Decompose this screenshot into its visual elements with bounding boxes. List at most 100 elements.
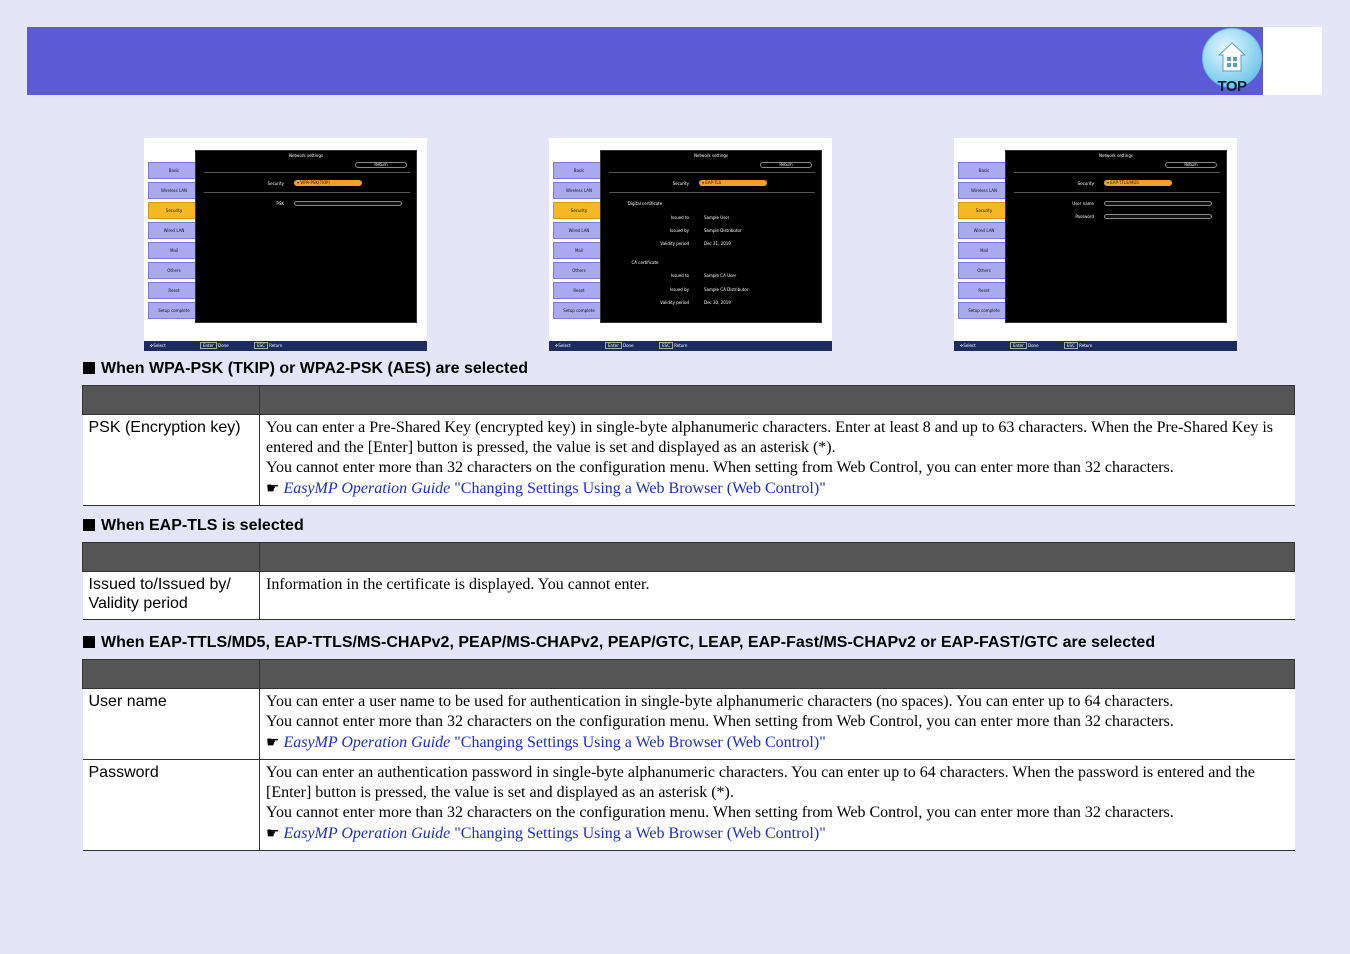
menu-tab-mail: Mail [958, 242, 1010, 259]
menu-tab-setup-complete: Setup complete [148, 302, 200, 319]
top-button[interactable]: TOP [1200, 28, 1264, 95]
security-label: Security [672, 181, 689, 186]
description-line: Information in the certificate is displa… [266, 576, 650, 593]
return-button: Return [760, 162, 812, 168]
menu-tab-security: Security [958, 202, 1010, 219]
screenshot-eap-tls: Basic Wireless LAN Security Wired LAN Ma… [549, 138, 832, 351]
reference-link[interactable]: "Changing Settings Using a Web Browser (… [454, 825, 825, 842]
menu-tab-security: Security [553, 202, 605, 219]
return-button: Return [355, 162, 407, 168]
reference-line: ☛ EasyMP Operation Guide "Changing Setti… [266, 478, 1289, 499]
section-title-eap-tls: When EAP-TLS is selected [83, 517, 304, 535]
table-row: Issued to/Issued by/ Validity period Inf… [82, 571, 1295, 620]
reference-link[interactable]: "Changing Settings Using a Web Browser (… [454, 734, 825, 751]
issued-by-value: Sample Distributor [704, 228, 742, 233]
row-description: You can enter a user name to be used for… [259, 688, 1295, 760]
user-name-label: User name [1072, 201, 1094, 206]
menu-tab-wireless-lan: Wireless LAN [958, 182, 1010, 199]
row-description: Information in the certificate is displa… [259, 571, 1295, 620]
esc-return-hint: ESC Return [254, 341, 282, 351]
menu-tab-mail: Mail [553, 242, 605, 259]
settings-panel: Network settings Return Security ▾ EAP-T… [600, 150, 822, 323]
screenshot-footer: ✣ Select Enter Done ESC Return [144, 341, 427, 351]
description-line: You cannot enter more than 32 characters… [266, 713, 1174, 730]
psk-label: PSK [276, 201, 284, 206]
divider [609, 172, 815, 173]
reference-link[interactable]: "Changing Settings Using a Web Browser (… [454, 480, 825, 497]
validity-label: Validity period [660, 241, 689, 246]
guide-title: EasyMP Operation Guide [283, 480, 451, 497]
digital-cert-heading: Digital certificate [627, 201, 663, 206]
row-name: Password [82, 759, 260, 851]
section-title-eap-ttls: When EAP-TTLS/MD5, EAP-TTLS/MS-CHAPv2, P… [83, 634, 1155, 652]
description-line: You cannot enter more than 32 characters… [266, 459, 1174, 476]
security-select: ▾ EAP-TLS [699, 180, 767, 186]
row-name: PSK (Encryption key) [82, 414, 260, 506]
description-line: You can enter a user name to be used for… [266, 693, 1174, 710]
pointing-hand-icon: ☛ [266, 733, 280, 751]
panel-title: Network settings [289, 153, 323, 158]
security-value: EAP-TLS [705, 180, 722, 185]
esc-return-hint: ESC Return [1064, 341, 1092, 351]
pointing-hand-icon: ☛ [266, 479, 280, 497]
menu-tab-basic: Basic [148, 162, 200, 179]
screenshot-wpa-psk: Basic Wireless LAN Security Wired LAN Ma… [144, 138, 427, 351]
security-select: ▾ EAP-TTLS/MD5 [1104, 180, 1172, 186]
menu-tab-wired-lan: Wired LAN [958, 222, 1010, 239]
menu-tab-basic: Basic [958, 162, 1010, 179]
enter-done-hint: Enter Done [200, 341, 229, 351]
psk-field [294, 201, 402, 206]
header-band [27, 27, 1263, 95]
security-value: WPA-PSK(TKIP) [300, 180, 330, 185]
square-bullet-icon [83, 636, 95, 648]
description-line: You cannot enter more than 32 characters… [266, 804, 1174, 821]
table-row: Password You can enter an authentication… [82, 759, 1295, 851]
reference-line: ☛ EasyMP Operation Guide "Changing Setti… [266, 732, 1289, 753]
select-hint: ✣ Select [555, 343, 571, 348]
screenshot-footer: ✣ Select Enter Done ESC Return [549, 341, 832, 351]
row-description: You can enter a Pre-Shared Key (encrypte… [259, 414, 1295, 506]
table-header-row [82, 385, 1295, 415]
menu-tab-reset: Reset [148, 282, 200, 299]
divider [204, 192, 410, 193]
header-corner [1263, 27, 1322, 95]
divider [609, 192, 815, 193]
row-name: User name [82, 688, 260, 760]
esc-return-hint: ESC Return [659, 341, 687, 351]
table-row: PSK (Encryption key) You can enter a Pre… [82, 414, 1295, 506]
ca-cert-heading: CA certificate [631, 260, 659, 265]
row-name: Issued to/Issued by/ Validity period [82, 571, 260, 620]
password-label: Password [1075, 214, 1094, 219]
security-label: Security [267, 181, 284, 186]
ca-issued-to-value: Sample CA User [704, 273, 737, 278]
guide-title: EasyMP Operation Guide [283, 734, 451, 751]
table-header-row [82, 659, 1295, 689]
select-hint: ✣ Select [960, 343, 976, 348]
menu-tab-wireless-lan: Wireless LAN [148, 182, 200, 199]
table-header-row [82, 542, 1295, 572]
menu-tab-reset: Reset [958, 282, 1010, 299]
screenshot-footer: ✣ Select Enter Done ESC Return [954, 341, 1237, 351]
table-row: User name You can enter a user name to b… [82, 688, 1295, 760]
ca-validity-value: Dec 30, 2019 [704, 300, 731, 305]
select-hint: ✣ Select [150, 343, 166, 348]
ca-issued-to-label: Issued to [670, 273, 689, 278]
password-field [1104, 214, 1212, 219]
description-line: You can enter a Pre-Shared Key (encrypte… [266, 419, 1274, 456]
issued-to-label: Issued to [670, 215, 689, 220]
square-bullet-icon [83, 362, 95, 374]
settings-panel: Network settings Return Security ▾ WPA-P… [195, 150, 417, 323]
menu-tab-mail: Mail [148, 242, 200, 259]
square-bullet-icon [83, 519, 95, 531]
screenshot-eap-ttls: Basic Wireless LAN Security Wired LAN Ma… [954, 138, 1237, 351]
panel-title: Network settings [1099, 153, 1133, 158]
menu-tab-others: Others [148, 262, 200, 279]
menu-tab-wireless-lan: Wireless LAN [553, 182, 605, 199]
reference-line: ☛ EasyMP Operation Guide "Changing Setti… [266, 823, 1289, 844]
section-title-wpa-psk: When WPA-PSK (TKIP) or WPA2-PSK (AES) ar… [83, 360, 528, 378]
menu-tab-security: Security [148, 202, 200, 219]
ca-issued-by-label: Issued by [669, 287, 689, 292]
security-label: Security [1077, 181, 1094, 186]
menu-tab-others: Others [553, 262, 605, 279]
divider [204, 172, 410, 173]
